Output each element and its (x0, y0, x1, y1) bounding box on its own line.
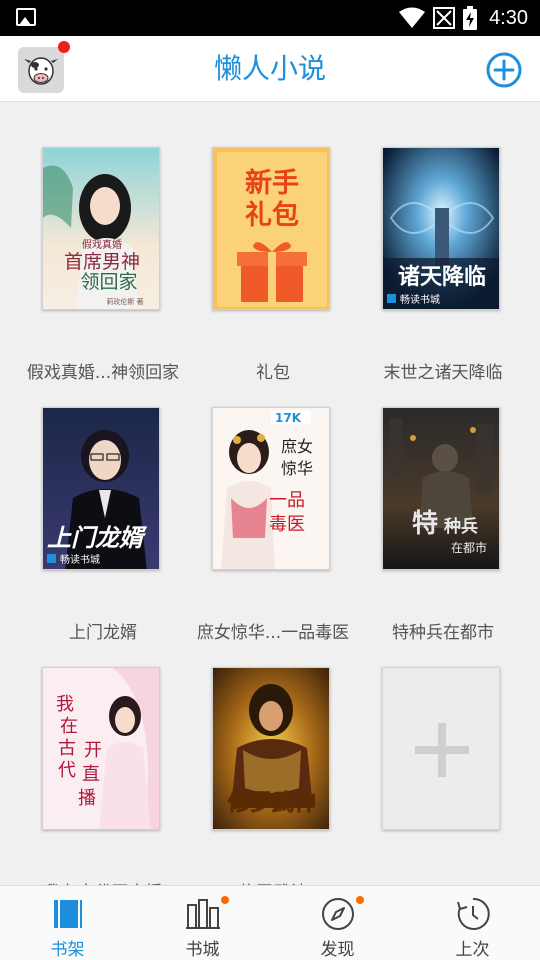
status-time: 4:30 (489, 6, 528, 29)
book-cover[interactable]: 17K 庶女 惊华 一品 毒医 (212, 407, 330, 570)
book-cover[interactable]: 假戏真婚 首席男神 领回家 莉玫伦斯 著 (42, 147, 160, 310)
tab-discover[interactable]: 发现 (270, 886, 405, 960)
app-title: 懒人小说 (213, 52, 326, 85)
bookstore-badge (221, 896, 229, 904)
book-cover[interactable]: 诸天降临 畅读书城 (382, 147, 500, 310)
svg-text:诸天降临: 诸天降临 (398, 264, 486, 290)
book-title: 假戏真婚...神领回家 (26, 363, 180, 383)
wifi-icon (399, 7, 426, 28)
svg-text:修罗武神: 修罗武神 (227, 790, 316, 816)
svg-text:庶女: 庶女 (281, 437, 313, 456)
svg-text:播: 播 (78, 788, 96, 809)
svg-text:假戏真婚: 假戏真婚 (82, 238, 122, 251)
add-book-tile[interactable] (382, 667, 500, 830)
bottom-navigation: 书架 书城 发现 上次 (0, 885, 540, 960)
bookshelf-grid: 假戏真婚 首席男神 领回家 莉玫伦斯 著 假戏真婚...神领回家 新手 礼包 礼… (0, 103, 540, 903)
app-header: 懒人小说 (0, 36, 540, 102)
svg-text:代: 代 (58, 760, 76, 781)
svg-text:畅读书城: 畅读书城 (400, 293, 440, 306)
svg-text:领回家: 领回家 (80, 271, 137, 293)
bookshelf-icon (53, 900, 82, 928)
svg-text:毒医: 毒医 (269, 514, 305, 535)
svg-text:特: 特 (412, 508, 438, 539)
book-cover[interactable]: 修罗武神 (212, 667, 330, 830)
battery-charging-icon (463, 6, 478, 30)
svg-text:在: 在 (60, 716, 78, 737)
book-cover[interactable]: 我 在 古 代 开 直 播 (42, 667, 160, 830)
book-title: 上门龙婿 (69, 623, 137, 643)
tab-label: 上次 (455, 940, 490, 960)
plus-icon (415, 723, 469, 777)
svg-text:畅读书城: 畅读书城 (60, 553, 100, 566)
compass-icon (321, 898, 354, 930)
book-title: 庶女惊华...一品毒医 (196, 623, 350, 643)
gift-cover[interactable]: 新手 礼包 (212, 147, 330, 310)
svg-text:在都市: 在都市 (451, 540, 487, 555)
book-title: 礼包 (256, 363, 290, 383)
gallery-notification-icon (16, 8, 36, 26)
svg-text:17K: 17K (275, 411, 302, 425)
svg-text:莉玫伦斯 著: 莉玫伦斯 著 (106, 297, 143, 306)
book-title: 末世之诸天降临 (383, 363, 503, 383)
svg-text:古: 古 (58, 738, 76, 759)
svg-text:一品: 一品 (269, 490, 305, 511)
tab-bookstore[interactable]: 书城 (135, 886, 270, 960)
tab-label: 发现 (320, 940, 355, 960)
add-book-button[interactable] (486, 52, 522, 88)
status-bar: 4:30 (0, 0, 540, 36)
no-signal-icon (433, 7, 456, 29)
bookstore-icon (185, 899, 220, 929)
svg-text:开: 开 (84, 740, 102, 761)
tab-label: 书架 (50, 940, 85, 960)
svg-text:种兵: 种兵 (443, 516, 478, 537)
svg-text:上门龙婿: 上门龙婿 (47, 524, 148, 552)
svg-text:我: 我 (56, 694, 74, 715)
svg-text:直: 直 (82, 764, 100, 785)
book-cover[interactable]: 特 种兵 在都市 (382, 407, 500, 570)
tab-bookshelf[interactable]: 书架 (0, 886, 135, 960)
tab-last-read[interactable]: 上次 (405, 886, 540, 960)
discover-badge (356, 896, 364, 904)
svg-text:首席男神: 首席男神 (64, 251, 140, 273)
book-cover[interactable]: 上门龙婿 畅读书城 (42, 407, 160, 570)
history-icon (456, 897, 490, 930)
svg-text:礼包: 礼包 (245, 199, 299, 231)
svg-text:惊华: 惊华 (281, 459, 313, 478)
tab-label: 书城 (185, 940, 220, 960)
svg-text:新手: 新手 (245, 167, 299, 199)
book-title: 特种兵在都市 (392, 623, 494, 643)
